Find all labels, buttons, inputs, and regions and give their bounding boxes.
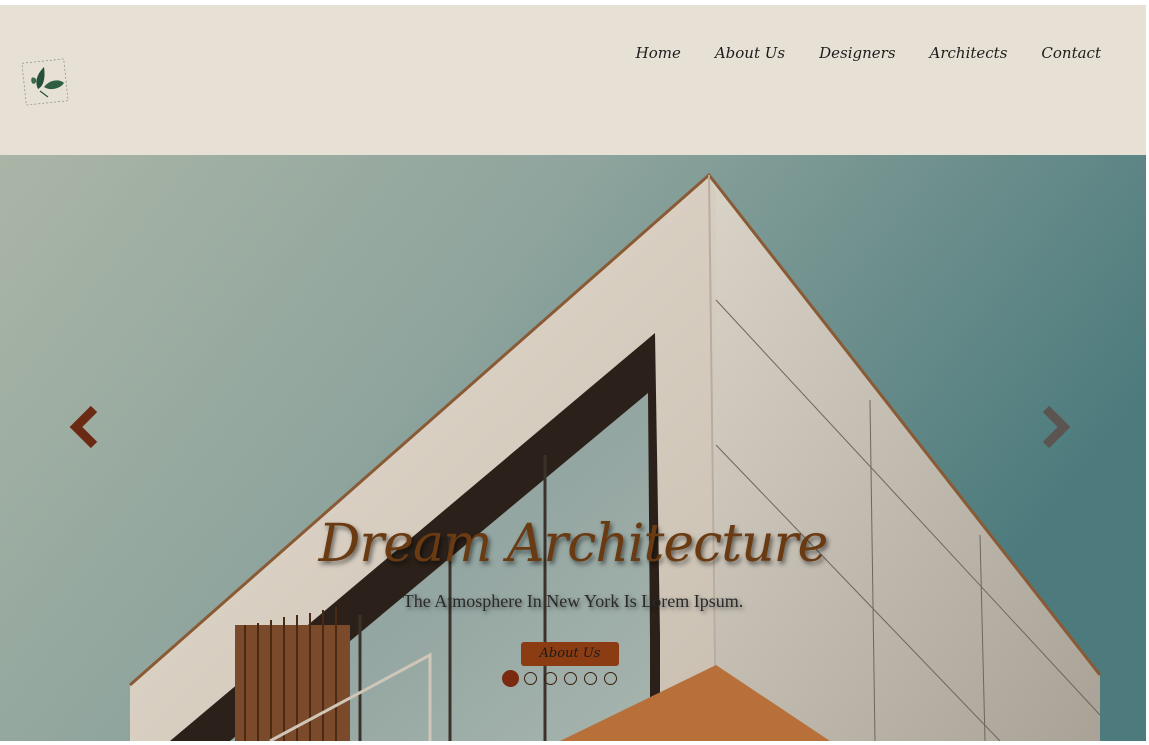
carousel-dot-2[interactable] [524, 672, 537, 685]
leaf-logo-icon[interactable] [20, 57, 70, 107]
carousel-dot-5[interactable] [584, 672, 597, 685]
carousel-dot-3[interactable] [544, 672, 557, 685]
chevron-right-icon[interactable] [1038, 403, 1072, 451]
chevron-left-icon[interactable] [68, 403, 102, 451]
carousel-dot-4[interactable] [564, 672, 577, 685]
carousel-indicators [502, 670, 617, 687]
nav-designers[interactable]: Designers [802, 43, 912, 63]
site-header: Home About Us Designers Architects Conta… [0, 5, 1146, 155]
hero-subtitle: The Atmosphere In New York Is Lorem Ipsu… [402, 591, 744, 611]
nav-architects[interactable]: Architects [913, 43, 1025, 63]
carousel-dot-1[interactable] [502, 670, 519, 687]
nav-contact[interactable]: Contact [1024, 43, 1101, 63]
carousel-dot-6[interactable] [604, 672, 617, 685]
nav-about-us[interactable]: About Us [698, 43, 802, 63]
hero-title: Dream Architecture [318, 514, 829, 574]
main-nav: Home About Us Designers Architects Conta… [619, 43, 1101, 63]
hero-carousel: Dream Architecture The Atmosphere In New… [0, 155, 1146, 741]
nav-home[interactable]: Home [619, 43, 698, 63]
about-us-button[interactable]: About Us [521, 642, 619, 666]
